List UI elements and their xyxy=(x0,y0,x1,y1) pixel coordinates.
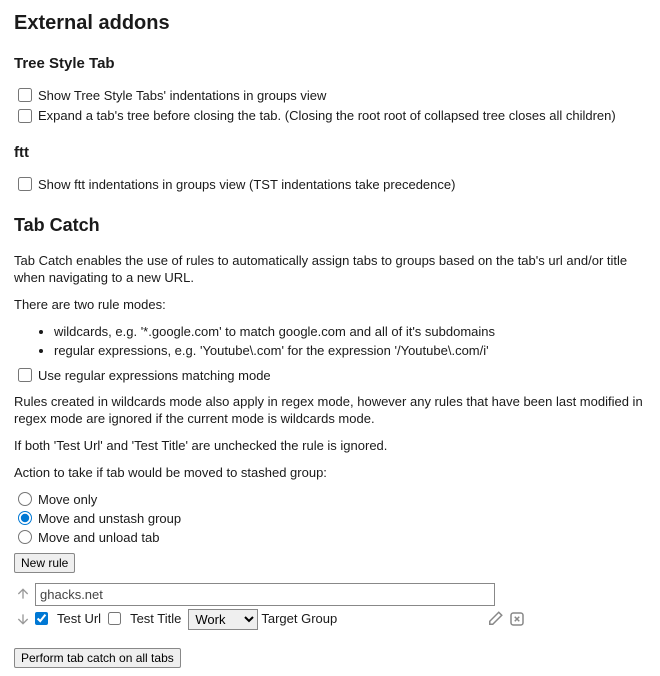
ftt-show-indent-checkbox[interactable] xyxy=(18,177,32,191)
test-title-label: Test Title xyxy=(130,611,181,628)
section-heading-tabcatch: Tab Catch xyxy=(14,214,646,237)
list-item: regular expressions, e.g. 'Youtube\.com'… xyxy=(54,343,646,360)
arrow-up-icon[interactable] xyxy=(14,585,32,603)
perform-tab-catch-button[interactable]: Perform tab catch on all tabs xyxy=(14,648,181,668)
section-heading-ftt: ftt xyxy=(14,143,646,163)
section-heading-external: External addons xyxy=(14,10,646,36)
rule-editor: Test Url Test Title Work Target Group xyxy=(14,583,646,630)
move-unload-label: Move and unload tab xyxy=(38,530,159,547)
tst-expand-before-close-label: Expand a tab's tree before closing the t… xyxy=(38,108,616,125)
section-heading-tst: Tree Style Tab xyxy=(14,54,646,74)
test-title-checkbox[interactable] xyxy=(108,612,121,625)
move-only-radio[interactable] xyxy=(18,492,32,506)
move-unload-radio[interactable] xyxy=(18,530,32,544)
rule-pattern-input[interactable] xyxy=(35,583,495,606)
tabcatch-modes-intro: There are two rule modes: xyxy=(14,297,646,314)
move-unstash-radio[interactable] xyxy=(18,511,32,525)
move-only-label: Move only xyxy=(38,492,97,509)
tst-show-indent-label: Show Tree Style Tabs' indentations in gr… xyxy=(38,88,326,105)
test-url-checkbox[interactable] xyxy=(35,612,48,625)
ignored-note: If both 'Test Url' and 'Test Title' are … xyxy=(14,438,646,455)
target-group-select[interactable]: Work xyxy=(188,609,258,630)
delete-icon[interactable] xyxy=(508,610,526,628)
move-unstash-label: Move and unstash group xyxy=(38,511,181,528)
edit-icon[interactable] xyxy=(486,610,504,628)
test-url-label: Test Url xyxy=(57,611,101,628)
ftt-show-indent-label: Show ftt indentations in groups view (TS… xyxy=(38,177,455,194)
arrow-down-icon[interactable] xyxy=(14,610,32,628)
tabcatch-description: Tab Catch enables the use of rules to au… xyxy=(14,253,646,287)
use-regex-label: Use regular expressions matching mode xyxy=(38,368,271,385)
tabcatch-modes-list: wildcards, e.g. '*.google.com' to match … xyxy=(54,324,646,360)
regex-note: Rules created in wildcards mode also app… xyxy=(14,394,646,428)
action-label: Action to take if tab would be moved to … xyxy=(14,465,646,482)
new-rule-button[interactable]: New rule xyxy=(14,553,75,573)
use-regex-checkbox[interactable] xyxy=(18,368,32,382)
tst-show-indent-checkbox[interactable] xyxy=(18,88,32,102)
target-group-label: Target Group xyxy=(261,611,337,628)
list-item: wildcards, e.g. '*.google.com' to match … xyxy=(54,324,646,341)
tst-expand-before-close-checkbox[interactable] xyxy=(18,109,32,123)
